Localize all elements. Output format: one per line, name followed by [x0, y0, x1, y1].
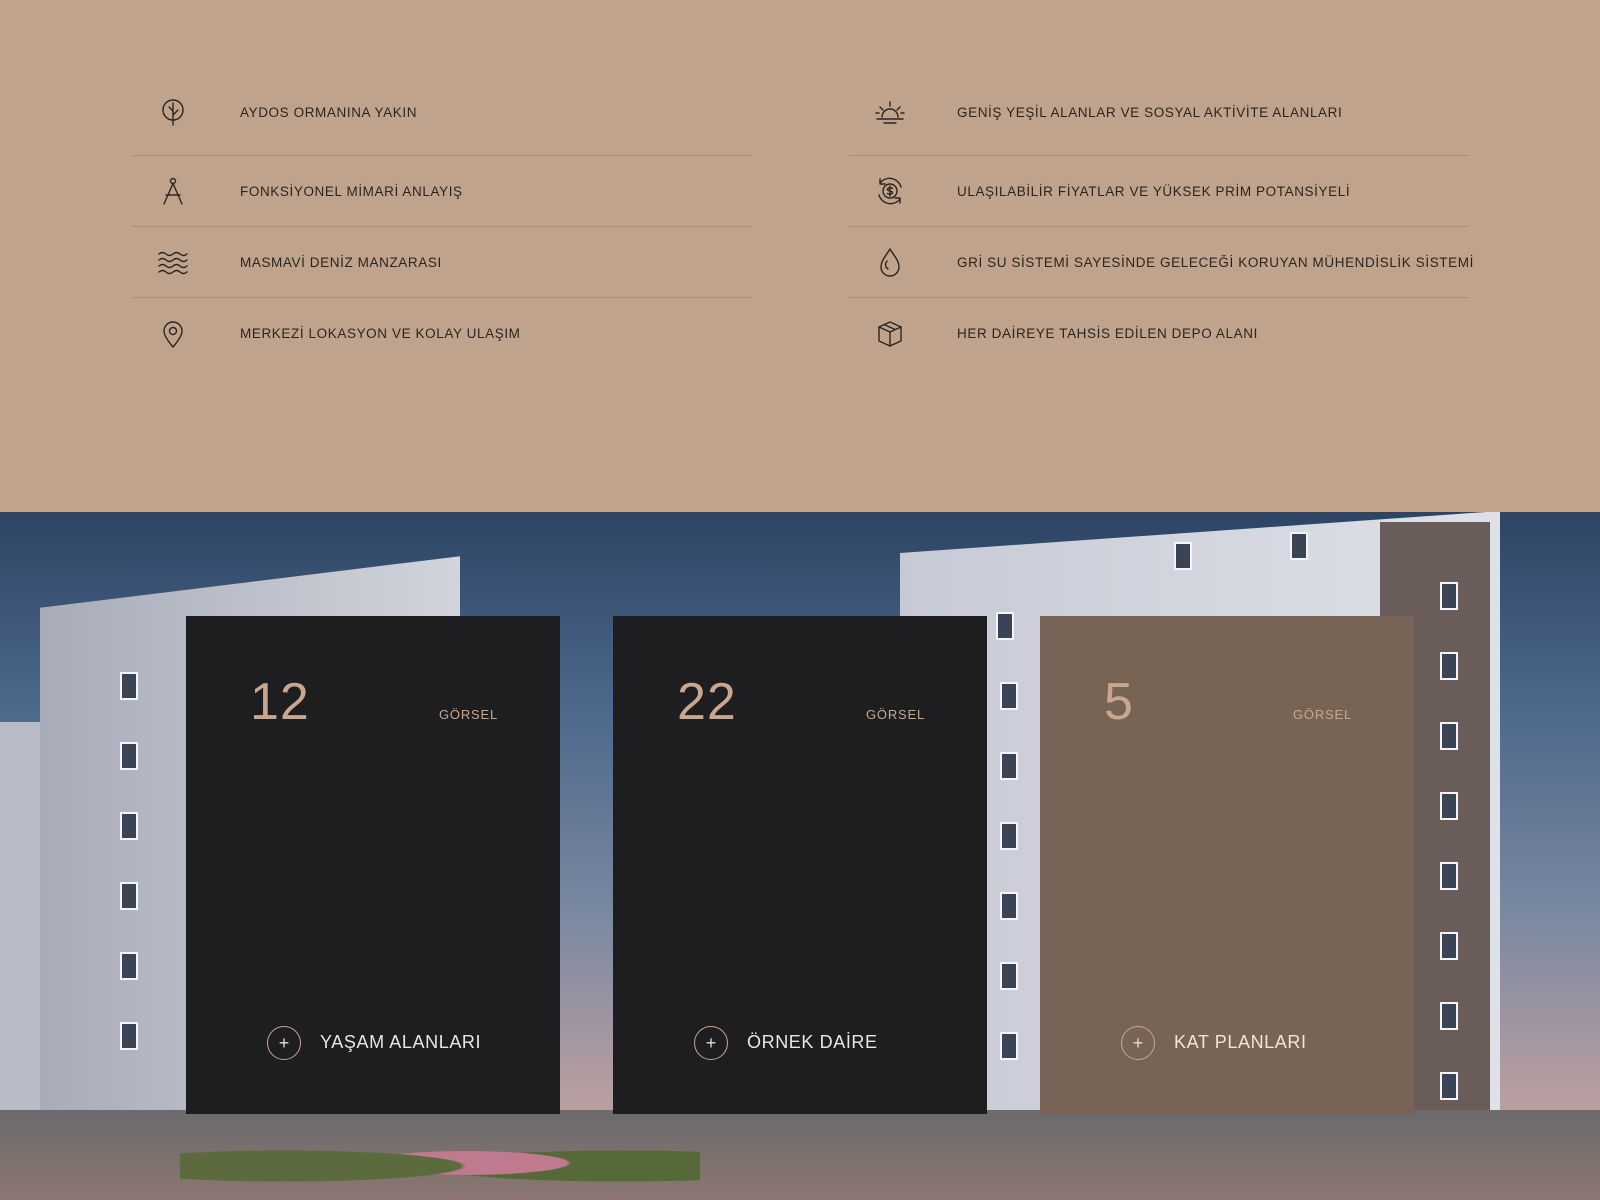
feature-item: GENİŞ YEŞİL ALANLAR VE SOSYAL AKTİVİTE A… [849, 70, 1469, 156]
card-label[interactable]: KAT PLANLARI [1174, 1032, 1307, 1053]
building-window [1290, 532, 1308, 560]
sunrise-icon [873, 96, 907, 130]
waves-icon [156, 245, 190, 279]
building-window [120, 1022, 138, 1050]
image-count: 22 [677, 673, 737, 731]
feature-label: GENİŞ YEŞİL ALANLAR VE SOSYAL AKTİVİTE A… [957, 105, 1343, 120]
building-window [1440, 582, 1458, 610]
location-pin-icon [156, 317, 190, 351]
compass-icon [156, 174, 190, 208]
feature-item: MASMAVİ DENİZ MANZARASI [132, 227, 752, 298]
building-window [1440, 1002, 1458, 1030]
image-count-unit: GÖRSEL [439, 707, 498, 722]
building-window [1000, 822, 1018, 850]
gallery-card-kat-planlari[interactable]: 5 GÖRSEL + KAT PLANLARI [1040, 616, 1414, 1114]
water-drop-icon [873, 245, 907, 279]
feature-label: AYDOS ORMANINA YAKIN [240, 105, 418, 120]
building-window [1440, 792, 1458, 820]
building-window [120, 742, 138, 770]
feature-item: ULAŞILABİLİR FİYATLAR VE YÜKSEK PRİM POT… [849, 156, 1469, 227]
tree-icon [156, 96, 190, 130]
features-section: AYDOS ORMANINA YAKIN FONKSİYONEL MİMARİ … [0, 0, 1600, 512]
feature-label: HER DAİREYE TAHSİS EDİLEN DEPO ALANI [957, 326, 1258, 341]
feature-item: MERKEZİ LOKASYON VE KOLAY ULAŞIM [132, 298, 752, 369]
building-window [1440, 722, 1458, 750]
image-count: 12 [250, 673, 310, 731]
feature-label: MASMAVİ DENİZ MANZARASI [240, 254, 442, 270]
building-window [120, 672, 138, 700]
features-left-column: AYDOS ORMANINA YAKIN FONKSİYONEL MİMARİ … [132, 70, 752, 369]
building-window [1440, 862, 1458, 890]
building-window [1000, 752, 1018, 780]
building-window [1000, 962, 1018, 990]
plus-icon[interactable]: + [267, 1026, 301, 1060]
gallery-card-ornek-daire[interactable]: 22 GÖRSEL + ÖRNEK DAİRE [613, 616, 987, 1114]
building-window [996, 612, 1014, 640]
features-right-column: GENİŞ YEŞİL ALANLAR VE SOSYAL AKTİVİTE A… [849, 70, 1473, 369]
image-count-unit: GÖRSEL [1293, 707, 1352, 722]
building-window [120, 882, 138, 910]
feature-label: FONKSİYONEL MİMARİ ANLAYIŞ [240, 183, 463, 199]
plus-icon[interactable]: + [1121, 1026, 1155, 1060]
image-count-unit: GÖRSEL [866, 707, 925, 722]
card-label[interactable]: YAŞAM ALANLARI [320, 1032, 481, 1053]
feature-label: ULAŞILABİLİR FİYATLAR VE YÜKSEK PRİM POT… [957, 183, 1351, 199]
building-window [1000, 682, 1018, 710]
feature-item: HER DAİREYE TAHSİS EDİLEN DEPO ALANI [849, 298, 1469, 369]
gallery-section: 12 GÖRSEL + YAŞAM ALANLARI 22 GÖRSEL + Ö… [0, 512, 1600, 1200]
dollar-cycle-icon [873, 174, 907, 208]
feature-label: GRİ SU SİSTEMİ SAYESİNDE GELECEĞİ KORUYA… [957, 254, 1474, 270]
feature-item: AYDOS ORMANINA YAKIN [132, 70, 752, 156]
building-window [1440, 652, 1458, 680]
gallery-card-yasam-alanlari[interactable]: 12 GÖRSEL + YAŞAM ALANLARI [186, 616, 560, 1114]
building-window [1440, 1072, 1458, 1100]
card-label[interactable]: ÖRNEK DAİRE [747, 1032, 878, 1053]
feature-item: FONKSİYONEL MİMARİ ANLAYIŞ [132, 156, 752, 227]
building-window [120, 812, 138, 840]
building-window [1174, 542, 1192, 570]
box-icon [873, 317, 907, 351]
building-window [1000, 892, 1018, 920]
feature-label: MERKEZİ LOKASYON VE KOLAY ULAŞIM [240, 326, 521, 341]
building-window [1440, 932, 1458, 960]
trees [180, 1130, 700, 1190]
feature-item: GRİ SU SİSTEMİ SAYESİNDE GELECEĞİ KORUYA… [849, 227, 1473, 298]
image-count: 5 [1104, 673, 1134, 731]
building-window [1000, 1032, 1018, 1060]
plus-icon[interactable]: + [694, 1026, 728, 1060]
building-window [120, 952, 138, 980]
